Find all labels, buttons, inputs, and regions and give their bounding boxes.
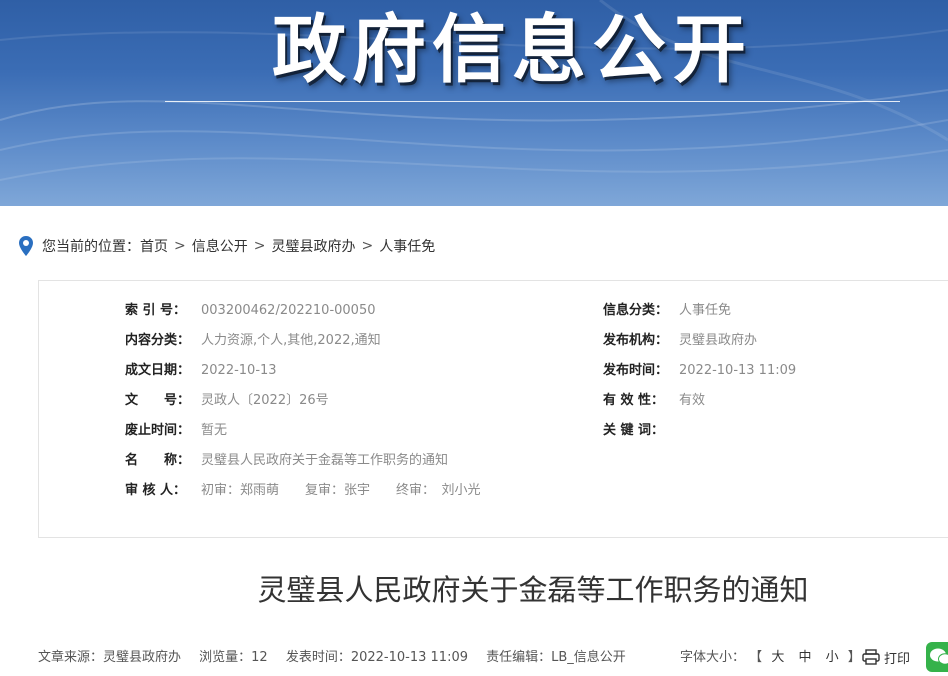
info-value: 人力资源,个人,其他,2022,通知 (201, 333, 381, 348)
info-label: 发布机构： (603, 331, 679, 351)
info-label: 文 号： (125, 391, 201, 411)
font-size-control: 字体大小： 【 大 中 小 】 (680, 648, 861, 668)
info-row-info-category: 信息分类：人事任免 (603, 301, 731, 321)
info-row-document-number: 文 号：灵政人〔2022〕26号 (125, 391, 329, 411)
breadcrumb-separator: > (361, 238, 373, 254)
wechat-icon (926, 642, 948, 672)
info-value: 灵璧县人民政府关于金磊等工作职务的通知 (201, 453, 448, 468)
info-label: 成文日期： (125, 361, 201, 381)
info-row-keywords: 关 键 词： (603, 421, 679, 441)
font-size-bracket-close: 】 (848, 650, 861, 665)
printer-icon (862, 649, 880, 665)
info-row-publisher: 发布机构：灵璧县政府办 (603, 331, 757, 351)
breadcrumb-info-public[interactable]: 信息公开 (192, 236, 248, 256)
wechat-share-icon[interactable] (926, 642, 948, 672)
location-pin-icon (18, 235, 34, 257)
info-value: 灵政人〔2022〕26号 (201, 393, 329, 408)
article-meta: 文章来源：灵璧县政府办 浏览量：12 发表时间：2022-10-13 11:09… (38, 648, 640, 668)
info-value: 初审：郑雨萌 复审：张宇 终审： 刘小光 (201, 483, 481, 498)
article-source: 文章来源：灵璧县政府办 (38, 650, 181, 665)
banner-title: 政府信息公开 (272, 2, 812, 102)
info-row-name: 名 称：灵璧县人民政府关于金磊等工作职务的通知 (125, 451, 448, 471)
breadcrumb-home[interactable]: 首页 (140, 236, 168, 256)
breadcrumb-separator: > (254, 238, 266, 254)
info-label: 关 键 词： (603, 421, 679, 441)
info-row-written-date: 成文日期：2022-10-13 (125, 361, 277, 381)
info-value: 暂无 (201, 423, 227, 438)
info-row-reviewers: 审 核 人：初审：郑雨萌 复审：张宇 终审： 刘小光 (125, 481, 481, 501)
print-button[interactable]: 打印 (862, 646, 910, 668)
document-info-panel: 索 引 号：003200462/202210-00050 内容分类：人力资源,个… (38, 280, 948, 538)
info-row-validity: 有 效 性：有效 (603, 391, 705, 411)
info-value: 灵璧县政府办 (679, 333, 757, 348)
info-label: 有 效 性： (603, 391, 679, 411)
responsible-editor: 责任编辑：LB_信息公开 (486, 650, 626, 665)
info-value: 2022-10-13 11:09 (679, 363, 796, 378)
info-label: 信息分类： (603, 301, 679, 321)
info-value: 人事任免 (679, 303, 731, 318)
breadcrumb-county-office[interactable]: 灵璧县政府办 (271, 236, 355, 256)
info-label: 审 核 人： (125, 481, 201, 501)
font-size-label: 字体大小： (680, 650, 745, 665)
font-size-small-button[interactable]: 小 (826, 650, 839, 665)
page-banner: 政府信息公开 (0, 0, 948, 206)
font-size-bracket-open: 【 (749, 650, 762, 665)
info-row-content-category: 内容分类：人力资源,个人,其他,2022,通知 (125, 331, 381, 351)
info-label: 内容分类： (125, 331, 201, 351)
info-row-index-number: 索 引 号：003200462/202210-00050 (125, 301, 376, 321)
info-label: 废止时间： (125, 421, 201, 441)
breadcrumb-prefix: 您当前的位置： (42, 236, 140, 256)
publish-time: 发表时间：2022-10-13 11:09 (286, 650, 468, 665)
info-row-expiry-time: 废止时间：暂无 (125, 421, 227, 441)
info-value: 2022-10-13 (201, 363, 277, 378)
info-label: 名 称： (125, 451, 201, 471)
print-label: 打印 (884, 648, 910, 667)
info-value: 有效 (679, 393, 705, 408)
breadcrumb-separator: > (174, 238, 186, 254)
article-title: 灵璧县人民政府关于金磊等工作职务的通知 (0, 570, 948, 610)
info-label: 发布时间： (603, 361, 679, 381)
font-size-medium-button[interactable]: 中 (798, 650, 811, 665)
breadcrumb: 您当前的位置： 首页 > 信息公开 > 灵璧县政府办 > 人事任免 (18, 234, 435, 258)
font-size-large-button[interactable]: 大 (771, 650, 784, 665)
info-value: 003200462/202210-00050 (201, 303, 376, 318)
banner-divider (165, 101, 900, 102)
view-count: 浏览量：12 (199, 650, 268, 665)
info-row-publish-time: 发布时间：2022-10-13 11:09 (603, 361, 796, 381)
breadcrumb-personnel[interactable]: 人事任免 (379, 236, 435, 256)
info-label: 索 引 号： (125, 301, 201, 321)
